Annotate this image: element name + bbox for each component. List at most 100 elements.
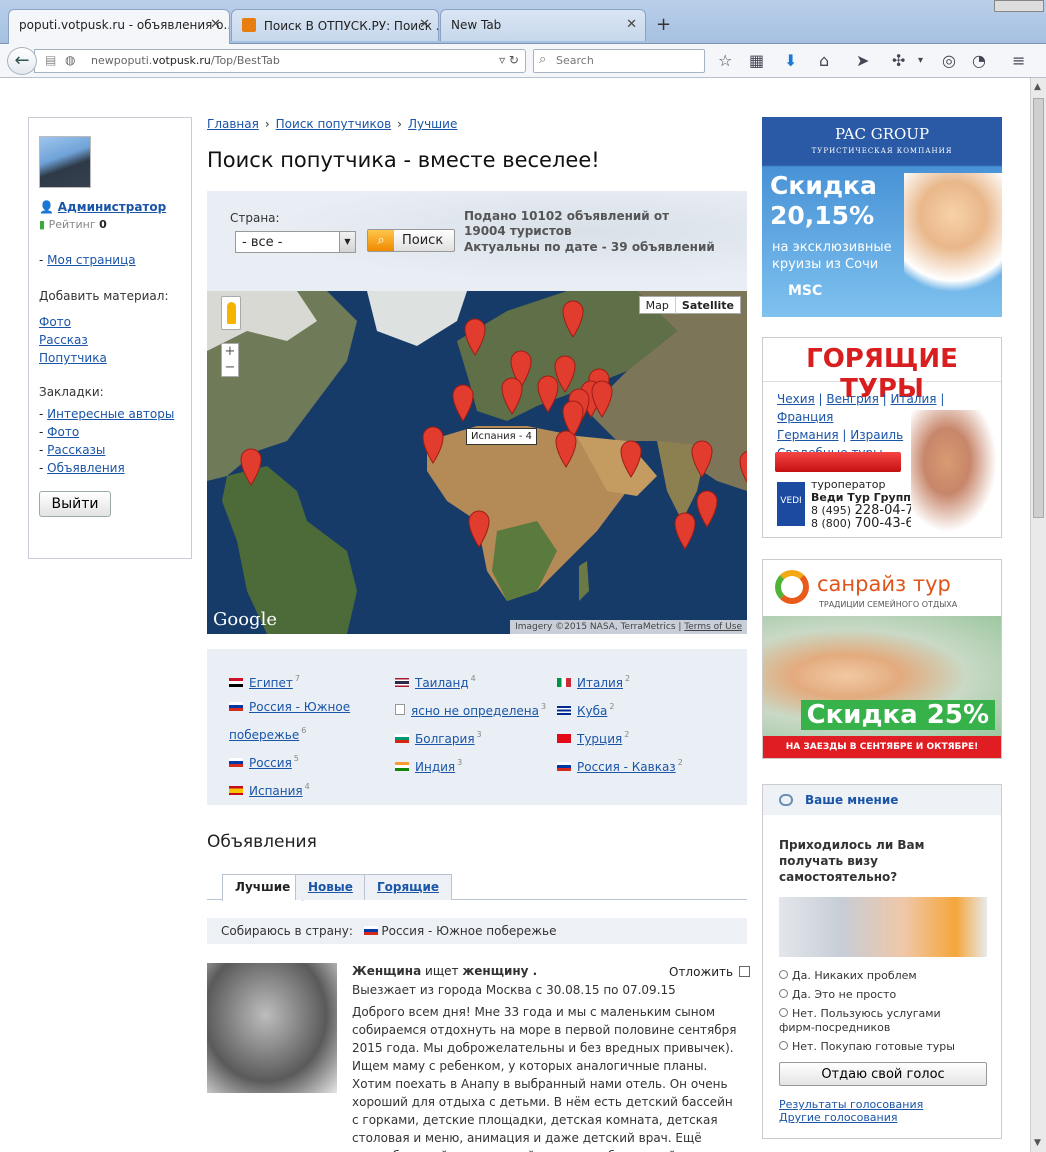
bookmark-authors-link[interactable]: Интересные авторы bbox=[47, 407, 174, 421]
banner-link[interactable]: Италия bbox=[890, 392, 936, 406]
browser-tab-1[interactable]: poputi.votpusk.ru - объявления о... ✕ bbox=[8, 9, 230, 45]
poll-results-link[interactable]: Результаты голосования bbox=[779, 1098, 923, 1111]
poll-option[interactable]: Да. Никаких проблем bbox=[763, 969, 1001, 983]
map-type-map[interactable]: Map bbox=[640, 297, 675, 314]
new-tab-icon[interactable]: + bbox=[656, 14, 671, 35]
bookmark-star-icon[interactable]: ☆ bbox=[718, 51, 732, 70]
search-button[interactable]: ⌕ Поиск bbox=[367, 229, 455, 252]
map-type-satellite[interactable]: Satellite bbox=[674, 297, 740, 314]
country-link[interactable]: Россия - Кавказ bbox=[577, 760, 676, 774]
poll-option[interactable]: Да. Это не просто bbox=[763, 988, 1001, 1002]
reading-list-icon[interactable]: ▦ bbox=[749, 51, 764, 70]
avatar[interactable] bbox=[39, 136, 91, 188]
zoom-out-icon[interactable]: − bbox=[225, 360, 236, 375]
country-link[interactable]: Россия bbox=[249, 756, 292, 770]
history-icon[interactable]: ▤ bbox=[45, 53, 56, 67]
banner-link[interactable]: Чехия bbox=[777, 392, 815, 406]
postpone-checkbox[interactable]: Отложить bbox=[669, 965, 751, 979]
scrollbar-thumb[interactable] bbox=[1033, 98, 1044, 518]
banner-button[interactable] bbox=[775, 452, 901, 472]
radio-icon[interactable] bbox=[779, 1041, 788, 1050]
vote-button[interactable]: Отдаю свой голос bbox=[779, 1062, 987, 1086]
list-item[interactable]: Испания 4 bbox=[229, 775, 369, 803]
bookmark-stories-link[interactable]: Рассказы bbox=[47, 443, 105, 457]
country-link[interactable]: Болгария bbox=[415, 732, 475, 746]
bookmark-ads-link[interactable]: Объявления bbox=[47, 461, 125, 475]
checkbox-icon[interactable] bbox=[739, 966, 751, 977]
add-photo-link[interactable]: Фото bbox=[39, 315, 71, 329]
radio-icon[interactable] bbox=[779, 989, 788, 998]
zoom-in-icon[interactable]: + bbox=[225, 344, 236, 359]
browser-tab-3[interactable]: New Tab ✕ bbox=[440, 9, 646, 41]
poll-option[interactable]: Нет. Пользуюсь услугами фирм-посредников bbox=[763, 1007, 963, 1035]
banner-link[interactable]: Венгрия bbox=[826, 392, 878, 406]
radio-icon[interactable] bbox=[779, 1008, 788, 1017]
radio-icon[interactable] bbox=[779, 970, 788, 979]
back-button[interactable]: ← bbox=[7, 47, 37, 75]
street-view-icon[interactable] bbox=[221, 296, 241, 330]
country-link[interactable]: Таиланд bbox=[415, 676, 469, 690]
country-link[interactable]: Куба bbox=[577, 704, 607, 718]
list-item[interactable]: Россия 5 bbox=[229, 747, 369, 775]
download-icon[interactable]: ⬇ bbox=[784, 51, 797, 70]
window-controls[interactable] bbox=[994, 0, 1044, 12]
poll-other-link[interactable]: Другие голосования bbox=[779, 1111, 898, 1124]
map-type-control[interactable]: Map Satellite bbox=[638, 296, 741, 314]
chevron-down-icon[interactable]: ▾ bbox=[918, 55, 923, 66]
list-item[interactable]: Турция 2 bbox=[557, 723, 683, 751]
country-link[interactable]: Италия bbox=[577, 676, 623, 690]
banner-link[interactable]: Израиль bbox=[850, 428, 903, 442]
scroll-up-icon[interactable]: ▲ bbox=[1034, 82, 1041, 92]
page-scrollbar[interactable]: ▲ ▼ bbox=[1030, 78, 1046, 1152]
list-item[interactable]: Италия 2 bbox=[557, 667, 683, 695]
breadcrumb-best[interactable]: Лучшие bbox=[408, 117, 457, 131]
menu-icon[interactable]: ≡ bbox=[1012, 51, 1025, 70]
clock-icon[interactable]: ◔ bbox=[972, 51, 986, 70]
tab-hot[interactable]: Горящие bbox=[364, 874, 452, 900]
add-companion-link[interactable]: Попутчика bbox=[39, 351, 107, 365]
breadcrumb-home[interactable]: Главная bbox=[207, 117, 259, 131]
country-link[interactable]: Индия bbox=[415, 760, 455, 774]
home-icon[interactable]: ⌂ bbox=[819, 51, 829, 70]
send-icon[interactable]: ➤ bbox=[856, 51, 869, 70]
list-item[interactable]: Россия - Кавказ 2 bbox=[557, 751, 683, 779]
ad-author-photo[interactable] bbox=[207, 963, 337, 1093]
list-item[interactable]: Болгария 3 bbox=[395, 723, 546, 751]
browser-search-input[interactable]: ⌕ Search bbox=[533, 49, 705, 73]
tab-label[interactable]: Горящие bbox=[377, 880, 439, 894]
terms-link[interactable]: Terms of Use bbox=[684, 622, 742, 632]
browser-tab-2[interactable]: Поиск В ОТПУСК.РУ: Поиск ... ✕ bbox=[231, 9, 439, 41]
banner-hot-tours[interactable]: ГОРЯЩИЕ ТУРЫ Чехия | Венгрия | Италия | … bbox=[762, 337, 1002, 538]
breadcrumb-search[interactable]: Поиск попутчиков bbox=[276, 117, 392, 131]
bookmark-photo-link[interactable]: Фото bbox=[47, 425, 79, 439]
banner-sunrise-tour[interactable]: санрайз тур ТРАДИЦИИ СЕМЕЙНОГО ОТДЫХА Ск… bbox=[762, 559, 1002, 759]
tab-label[interactable]: Новые bbox=[308, 880, 353, 894]
add-story-link[interactable]: Рассказ bbox=[39, 333, 88, 347]
banner-link[interactable]: Франция bbox=[777, 410, 833, 424]
list-item[interactable]: ясно не определена 3 bbox=[395, 695, 546, 723]
list-item[interactable]: Таиланд 4 bbox=[395, 667, 546, 695]
poll-option[interactable]: Нет. Покупаю готовые туры bbox=[763, 1040, 1001, 1054]
close-icon[interactable]: ✕ bbox=[419, 17, 430, 32]
list-item[interactable]: Россия - Южное побережье 6 bbox=[229, 695, 369, 747]
close-icon[interactable]: ✕ bbox=[626, 17, 637, 32]
list-item[interactable]: Индия 3 bbox=[395, 751, 546, 779]
country-select[interactable]: - все - ▼ bbox=[235, 231, 356, 253]
user-name-link[interactable]: Администратор bbox=[58, 200, 166, 214]
addon-icon[interactable]: ✣ bbox=[892, 51, 905, 70]
tab-new[interactable]: Новые bbox=[295, 874, 366, 900]
reload-icon[interactable]: ▿ ↻ bbox=[499, 53, 519, 67]
banner-pac-group[interactable]: PAC GROUP ТУРИСТИЧЕСКАЯ КОМПАНИЯ Скидка 20… bbox=[762, 117, 1002, 317]
banner-link[interactable]: Германия bbox=[777, 428, 839, 442]
world-map[interactable]: + − Map Satellite Испания - 4 Google Image… bbox=[207, 291, 747, 634]
country-link[interactable]: Турция bbox=[577, 732, 622, 746]
country-link[interactable]: Россия - Южное побережье bbox=[229, 700, 350, 742]
country-link[interactable]: Испания bbox=[249, 784, 303, 798]
zoom-control[interactable]: + − bbox=[221, 343, 239, 377]
list-item[interactable]: Египет 7 bbox=[229, 667, 369, 695]
logout-button[interactable]: Выйти bbox=[39, 491, 111, 517]
tab-best[interactable]: Лучшие bbox=[222, 874, 304, 901]
list-item[interactable]: Куба 2 bbox=[557, 695, 683, 723]
close-icon[interactable]: ✕ bbox=[210, 17, 221, 32]
sync-icon[interactable]: ◎ bbox=[942, 51, 956, 70]
